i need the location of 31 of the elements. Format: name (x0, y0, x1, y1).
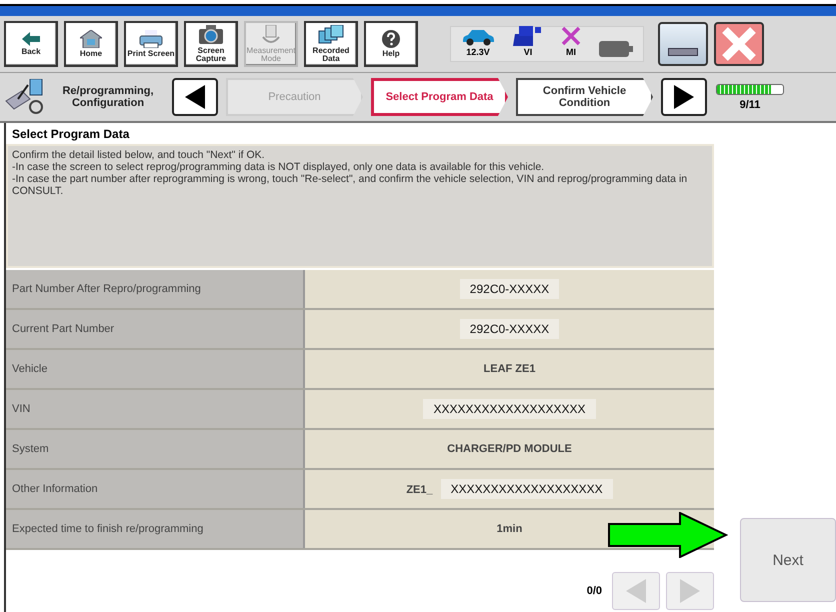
field-label: VIN (6, 389, 304, 429)
field-label: Current Part Number (6, 309, 304, 349)
section-title: Re/programming, Configuration (61, 85, 155, 109)
field-value: LEAF ZE1 (304, 349, 714, 389)
field-value: 292C0-XXXXX (304, 309, 714, 349)
instruction-text: Confirm the detail listed below, and touch "Next" if OK. (12, 149, 266, 161)
field-value: CHARGER/PD MODULE (304, 429, 714, 469)
field-label: Other Information (6, 469, 304, 509)
toolbar-button[interactable]: Screen Capture (184, 21, 238, 67)
status-label: MI (566, 47, 576, 57)
next-button[interactable]: Next (740, 518, 836, 602)
instruction-text: -In case the part number after reprogramming is wrong, touch "Re-select", and confirm the vehicle selection, VIN and reprog/programming data in CONSULT. (12, 173, 688, 197)
toolbar-button[interactable]: Back (4, 21, 58, 67)
field-label: Part Number After Repro/programming (6, 270, 304, 309)
status-label: VI (524, 47, 532, 57)
workflow-step[interactable]: Select Program Data (371, 78, 508, 116)
toolbar-button[interactable]: Help (364, 21, 418, 67)
field-label: Expected time to finish re/programming (6, 509, 304, 549)
workflow-step[interactable]: Confirm Vehicle Condition (516, 78, 653, 116)
status-label: 12.3V (466, 47, 490, 57)
toolbar-button[interactable]: Recorded Data (304, 21, 358, 67)
field-value: ZE1_ XXXXXXXXXXXXXXXXXXX (304, 469, 714, 509)
toolbar-button[interactable]: Home (64, 21, 118, 67)
field-value: 292C0-XXXXX (304, 270, 714, 309)
field-label: Vehicle (6, 349, 304, 389)
toolbar-button[interactable]: Print Screen (124, 21, 178, 67)
page-counter: 0/0 (586, 585, 602, 597)
step-counter: 9/11 (740, 98, 760, 110)
instruction-text: -In case the screen to select reprog/programming data is NOT displayed, only one data is available for this vehicle. (12, 161, 546, 173)
field-value: XXXXXXXXXXXXXXXXXXX (304, 389, 714, 429)
field-label: System (6, 429, 304, 469)
